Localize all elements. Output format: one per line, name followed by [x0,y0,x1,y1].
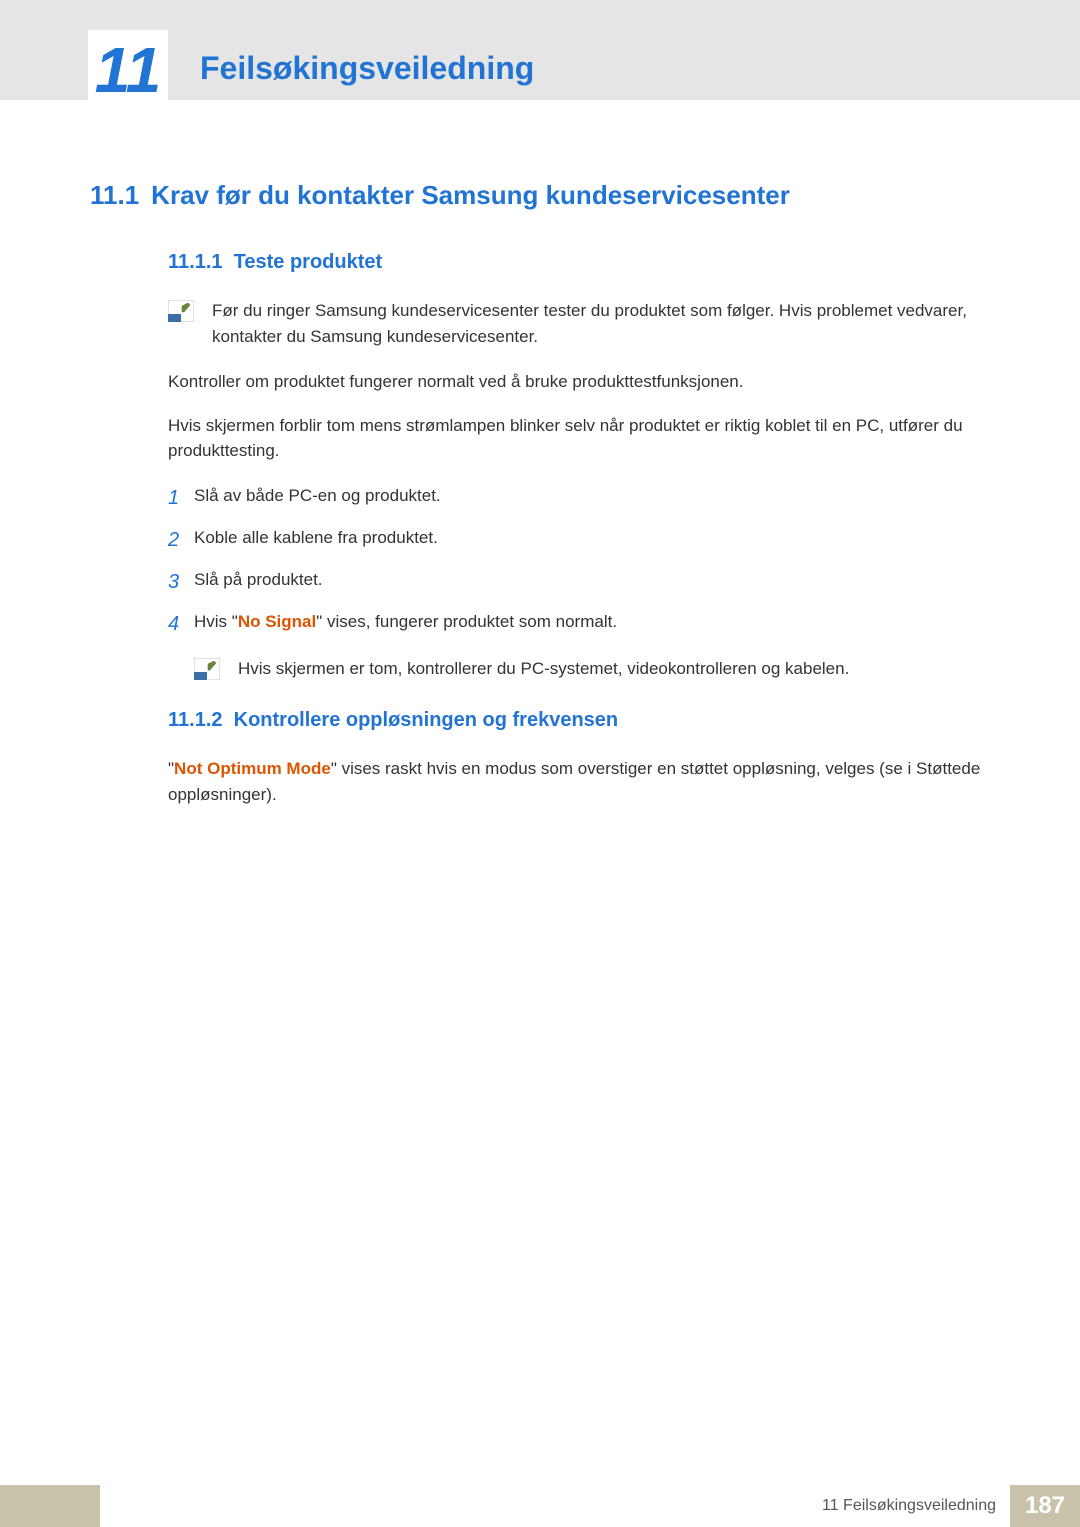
footer-accent-bar [0,1485,100,1527]
note-icon [168,300,194,322]
footer-spacer: 11 Feilsøkingsveiledning [100,1485,1010,1527]
content-area: 11.1 Krav før du kontakter Samsung kundes… [0,100,1080,807]
chapter-number: 11 [95,38,161,102]
subsection-2-heading: 11.1.2 Kontrollere oppløsningen og frekv… [168,709,990,732]
step-text-2: Koble alle kablene fra produktet. [194,524,438,551]
step-number-3: 3 [168,566,194,598]
footer: 11 Feilsøkingsveiledning 187 [0,1485,1080,1527]
step-number-2: 2 [168,524,194,556]
step-2: 2 Koble alle kablene fra produktet. [168,524,990,556]
body-text-1: Kontroller om produktet fungerer normalt… [168,369,990,395]
section-number: 11.1 [90,180,139,210]
step-4: 4 Hvis "No Signal" vises, fungerer produ… [168,608,990,640]
step-number-1: 1 [168,482,194,514]
note-1-text: Før du ringer Samsung kundeservicesenter… [212,298,990,349]
step-text-4: Hvis "No Signal" vises, fungerer produkt… [194,608,617,635]
step-text-1: Slå av både PC-en og produktet. [194,482,441,509]
chapter-title: Feilsøkingsveiledning [200,50,534,87]
body-text-2: Hvis skjermen forblir tom mens strømlamp… [168,413,990,464]
step-text-3: Slå på produktet. [194,566,323,593]
note-block-1: Før du ringer Samsung kundeservicesenter… [168,298,990,349]
note-icon [194,658,220,680]
body-text-3: "Not Optimum Mode" vises raskt hvis en m… [168,756,990,807]
steps-list: 1 Slå av både PC-en og produktet. 2 Kobl… [168,482,990,640]
section-heading: 11.1 Krav før du kontakter Samsung kundes… [90,180,990,211]
nested-note: Hvis skjermen er tom, kontrollerer du PC… [194,656,990,682]
nested-note-text: Hvis skjermen er tom, kontrollerer du PC… [238,656,849,682]
no-signal-text: No Signal [238,612,316,631]
step-1: 1 Slå av både PC-en og produktet. [168,482,990,514]
not-optimum-mode-text: Not Optimum Mode [174,759,331,778]
subsection-1-heading: 11.1.1 Teste produktet [168,251,990,274]
subsection-2-number: 11.1.2 [168,709,223,731]
step-number-4: 4 [168,608,194,640]
subsection-1-number: 11.1.1 [168,251,223,273]
footer-chapter-text: 11 Feilsøkingsveiledning [822,1497,996,1515]
subsection-2-title: Kontrollere oppløsningen og frekvensen [234,709,619,731]
chapter-badge: 11 [88,30,168,110]
footer-page-number: 187 [1010,1485,1080,1527]
subsection-1-title: Teste produktet [234,251,383,273]
section-title: Krav før du kontakter Samsung kundeservi… [151,180,790,210]
step-3: 3 Slå på produktet. [168,566,990,598]
